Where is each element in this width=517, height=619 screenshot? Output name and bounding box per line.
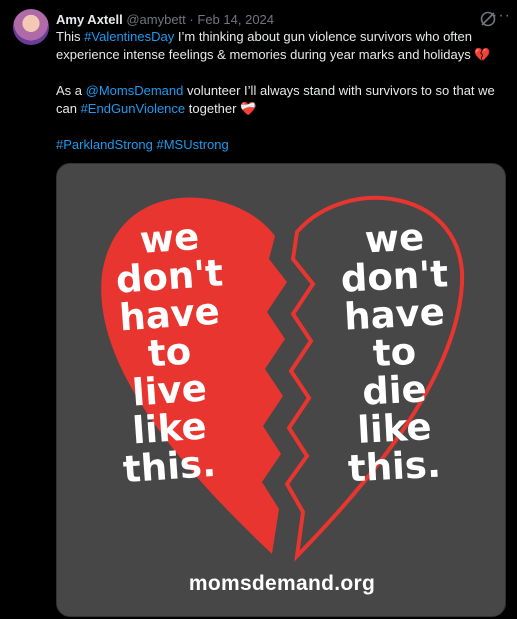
post-date[interactable]: Feb 14, 2024 xyxy=(197,12,274,27)
avatar[interactable] xyxy=(13,9,49,45)
post-text: This #ValentinesDay I’m thinking about g… xyxy=(56,28,506,154)
mention-momsdemand[interactable]: @MomsDemand xyxy=(86,83,184,98)
header-separator: · xyxy=(189,12,194,27)
hashtag-parklandstrong[interactable]: #ParklandStrong xyxy=(56,137,153,152)
hashtag-valentinesday[interactable]: #ValentinesDay xyxy=(84,29,174,44)
author-name[interactable]: Amy Axtell xyxy=(56,12,123,27)
hashtag-endgunviolence[interactable]: #EndGunViolence xyxy=(81,101,186,116)
post-image[interactable]: we don't have to live like this. we don'… xyxy=(56,163,506,617)
hashtag-msustrong[interactable]: #MSUstrong xyxy=(156,137,228,152)
website-label: momsdemand.org xyxy=(188,572,376,595)
author-handle[interactable]: @amybett xyxy=(126,12,185,27)
post-paragraph-3: #ParklandStrong #MSUstrong xyxy=(56,136,506,154)
post-paragraph-2: As a @MomsDemand volunteer I’ll always s… xyxy=(56,83,495,116)
post-header: Amy Axtell @amybett · Feb 14, 2024 xyxy=(56,11,477,28)
post-paragraph-1: This #ValentinesDay I’m thinking about g… xyxy=(56,29,491,62)
ellipsis-icon[interactable]: ··· xyxy=(492,8,511,24)
